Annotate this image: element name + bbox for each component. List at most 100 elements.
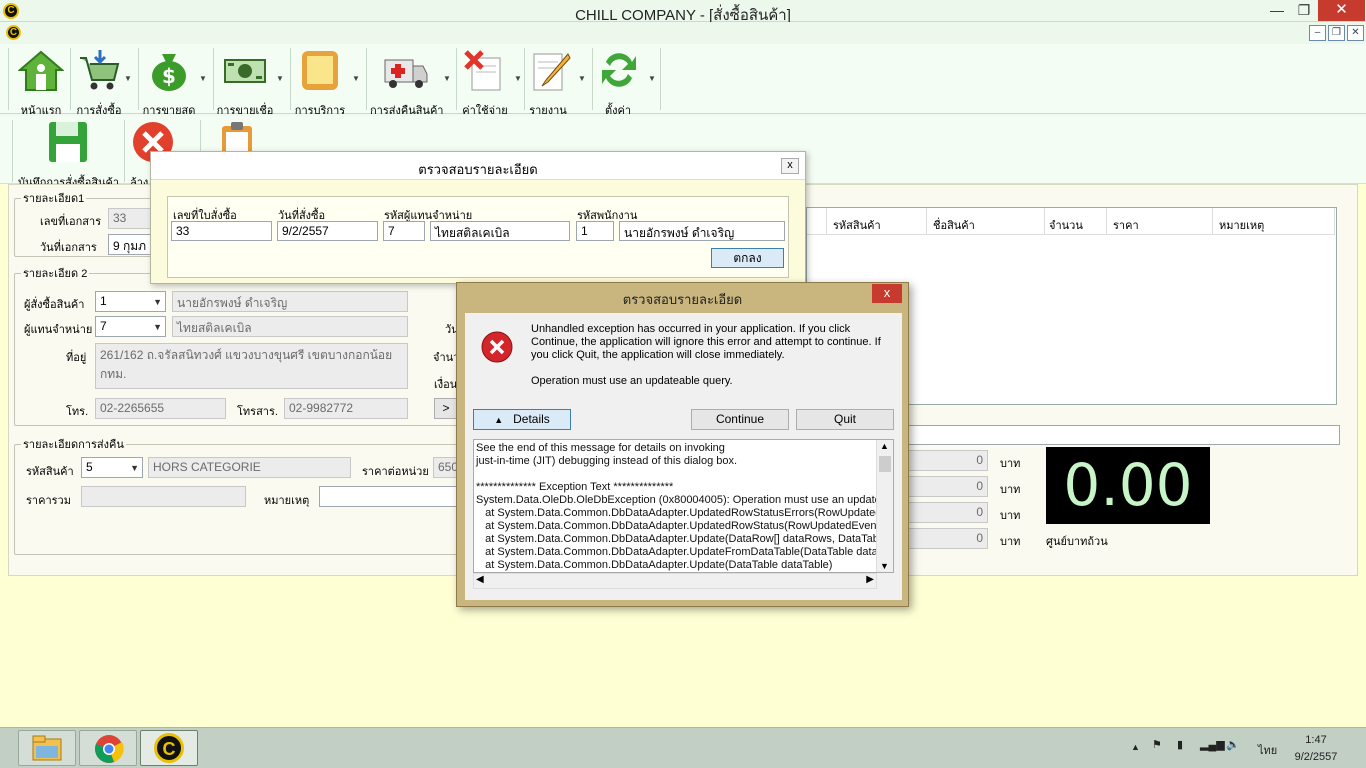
return-details-legend: รายละเอียดการส่งคืน	[23, 439, 124, 451]
toolbar-service-button[interactable]: การบริการ	[294, 48, 346, 119]
exception-details-textbox[interactable]: See the end of this message for details …	[473, 439, 894, 573]
mdi-close-icon[interactable]: ✕	[1347, 25, 1364, 41]
exception-detail-line: at System.Data.Common.DbDataAdapter.Upda…	[476, 507, 889, 519]
dealer-select[interactable]: 7 ▼	[95, 316, 166, 337]
exception-detail-line: System.Data.OleDb.OleDbException (0x8000…	[476, 494, 894, 506]
exception-detail-line: ************** Exception Text **********…	[476, 481, 674, 493]
mdi-restore-icon[interactable]: ❐	[1328, 25, 1345, 41]
toolbar-cash-sale-button[interactable]: $ การขายสด	[142, 48, 196, 119]
clock-time[interactable]: 1:47	[1290, 734, 1342, 746]
report-pencil-icon	[533, 53, 571, 91]
fax-label: โทรสาร.	[237, 406, 278, 418]
grid-header-price[interactable]: ราคา	[1107, 208, 1213, 235]
fax-field: 02-9982772	[284, 398, 408, 419]
toolbar-purchase-button[interactable]: การสั่งซื้อ	[74, 48, 124, 119]
toolbar-separator	[592, 48, 593, 110]
scroll-thumb[interactable]	[879, 456, 891, 472]
network-icon[interactable]: ▂▄▆	[1200, 738, 1225, 751]
dealer-label: ผู้แทนจำหน่าย	[24, 324, 93, 336]
chevron-down-icon[interactable]: ▼	[276, 74, 284, 83]
volume-icon[interactable]: 🔈	[1226, 738, 1240, 751]
toolbar-home-button[interactable]: หน้าแรก	[14, 48, 68, 119]
grid-row-header	[807, 208, 827, 235]
address-label: ที่อยู่	[66, 352, 87, 364]
show-hidden-icons[interactable]: ▲	[1131, 742, 1140, 752]
dealer-code-field[interactable]: 7	[383, 221, 425, 241]
file-explorer-taskbar-button[interactable]	[18, 730, 76, 766]
chevron-down-icon: ▼	[153, 322, 162, 332]
summary-unit-3: บาท	[1000, 510, 1021, 522]
close-window-icon[interactable]: ✕	[1318, 0, 1365, 21]
toolbar-separator	[524, 48, 525, 110]
action-center-icon[interactable]: ⚑	[1152, 738, 1162, 751]
scroll-down-icon[interactable]: ▼	[880, 561, 889, 571]
banknote-icon	[224, 59, 266, 83]
note-field[interactable]	[319, 486, 462, 507]
close-icon[interactable]: x	[781, 158, 799, 174]
restore-icon[interactable]: ❐	[1292, 0, 1316, 21]
product-code-select[interactable]: 5 ▼	[81, 457, 143, 478]
mdi-minimize-icon[interactable]: –	[1309, 25, 1326, 41]
dealer-name-field[interactable]: ไทยสติลเคเบิล	[430, 221, 570, 241]
toolbar-expense-button[interactable]: ค่าใช้จ่าย	[460, 48, 510, 119]
grid-header-product-code[interactable]: รหัสสินค้า	[827, 208, 927, 235]
toolbar-separator	[8, 48, 9, 110]
toolbar-report-button[interactable]: รายงาน	[528, 48, 571, 119]
continue-button[interactable]: Continue	[691, 409, 789, 430]
grid-header-product-name[interactable]: ชื่อสินค้า	[927, 208, 1045, 235]
toolbar-credit-sale-button[interactable]: การขายเชื่อ	[216, 48, 274, 119]
chevron-down-icon[interactable]: ▼	[578, 74, 586, 83]
chevron-down-icon[interactable]: ▼	[514, 74, 522, 83]
chrome-taskbar-button[interactable]	[79, 730, 137, 766]
error-icon	[481, 331, 513, 363]
scroll-up-icon[interactable]: ▲	[880, 441, 889, 451]
ok-button[interactable]: ตกลง	[711, 248, 784, 268]
po-date-field[interactable]: 9/2/2557	[277, 221, 378, 241]
po-no-field[interactable]: 33	[171, 221, 272, 241]
chevron-down-icon[interactable]: ▼	[124, 74, 132, 83]
close-icon[interactable]: x	[872, 284, 902, 303]
address-field: 261/162 ถ.จรัลสนิทวงศ์ แขวงบางขุนศรี เขต…	[95, 343, 408, 389]
exception-detail-message: Operation must use an updateable query.	[531, 375, 733, 387]
orderer-select[interactable]: 1 ▼	[95, 291, 166, 312]
scroll-right-icon[interactable]: ▶	[866, 574, 874, 585]
mdi-bar: C	[0, 22, 1366, 44]
details-hscrollbar[interactable]: ◀ ▶	[473, 573, 877, 589]
exception-detail-line: at System.Data.Common.DbDataAdapter.Upda…	[476, 546, 890, 558]
app-icon: C	[154, 733, 184, 763]
grid-header-note[interactable]: หมายเหตุ	[1213, 208, 1335, 235]
details-scrollbar[interactable]: ▲ ▼	[876, 440, 893, 572]
next-button[interactable]: >	[434, 398, 458, 419]
chevron-down-icon[interactable]: ▼	[352, 74, 360, 83]
doc-date-picker[interactable]: 9 กุมภ	[108, 234, 154, 255]
scroll-left-icon[interactable]: ◀	[476, 574, 484, 585]
toolbar-separator	[213, 48, 214, 110]
review-dialog: ตรวจสอบรายละเอียด x เลขที่ใบสั่งซื้อ 33 …	[150, 151, 806, 284]
grid-header-quantity[interactable]: จำนวน	[1045, 208, 1107, 235]
employee-name-field[interactable]: นายอักรพงษ์ ดำเจริญ	[619, 221, 785, 241]
chill-app-taskbar-button[interactable]: C	[140, 730, 198, 766]
save-order-button[interactable]: บันทึกการสั่งซื้อสินค้า	[18, 120, 119, 191]
total-label: ราคารวม	[26, 495, 71, 507]
clock-date[interactable]: 9/2/2557	[1290, 751, 1342, 763]
summary-unit-1: บาท	[1000, 458, 1021, 470]
total-display: 0.00	[1046, 447, 1210, 524]
battery-icon[interactable]: ▮	[1177, 738, 1183, 751]
mdi-app-icon[interactable]: C	[6, 25, 21, 40]
chevron-down-icon: ▼	[153, 297, 162, 307]
exception-detail-line: at System.Data.Common.DbDataAdapter.Upda…	[476, 520, 887, 532]
chevron-down-icon[interactable]: ▼	[443, 74, 451, 83]
details-toggle-button[interactable]: ▲ Details	[473, 409, 571, 430]
employee-code-field[interactable]: 1	[576, 221, 614, 241]
toolbar-return-button[interactable]: การส่งคืนสินค้า	[370, 48, 443, 119]
quit-button[interactable]: Quit	[796, 409, 894, 430]
toolbar-separator	[138, 48, 139, 110]
details2-legend: รายละเอียด 2	[23, 268, 88, 280]
exception-detail-line: at System.Data.Common.DbDataAdapter.Upda…	[476, 533, 888, 545]
chevron-down-icon[interactable]: ▼	[648, 74, 656, 83]
doc-no-field[interactable]: 33	[108, 208, 154, 229]
toolbar-settings-button[interactable]: ตั้งค่า	[596, 48, 640, 119]
minimize-icon[interactable]: —	[1262, 0, 1292, 21]
language-indicator[interactable]: ไทย	[1258, 741, 1277, 759]
chevron-down-icon[interactable]: ▼	[199, 74, 207, 83]
